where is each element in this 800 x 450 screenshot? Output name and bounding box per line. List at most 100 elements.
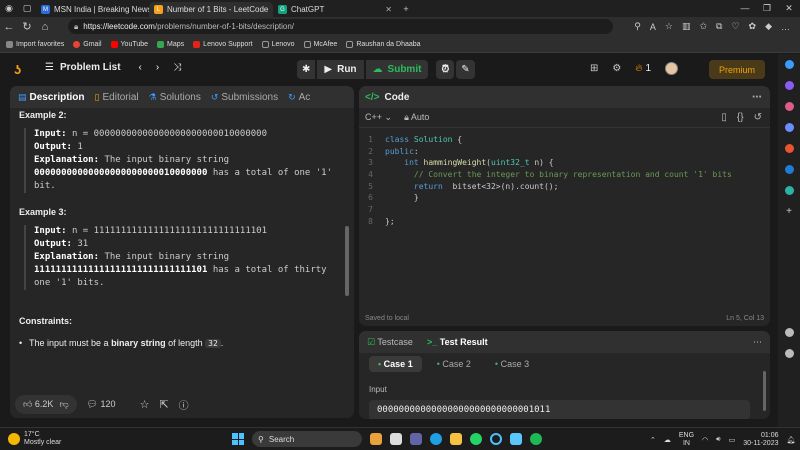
comments-button[interactable]: 💬︎ 120 (87, 399, 116, 410)
search-icon[interactable] (784, 60, 794, 69)
clock[interactable]: 01:06 30-11-2023 (743, 432, 778, 448)
prev-problem-icon[interactable]: ‹ (139, 62, 142, 73)
tools-icon[interactable] (784, 102, 794, 111)
streak-counter[interactable]: 🔥︎ 1 (635, 63, 651, 74)
refresh-icon[interactable]: ↻ (18, 20, 36, 33)
like-button[interactable]: 👍︎ 6.2K (23, 399, 53, 410)
more-menu-icon[interactable]: … (781, 22, 790, 32)
code-area[interactable]: 1 class Solution {2 public: 3 int hammingWe… (359, 134, 770, 228)
code-line[interactable]: 7 (359, 204, 770, 216)
workspaces-icon[interactable]: ▢ (18, 0, 36, 17)
next-problem-icon[interactable]: › (156, 62, 159, 73)
widgets-icon[interactable] (370, 433, 382, 445)
code-line[interactable]: 2 public: (359, 146, 770, 158)
bookmark-lenovo-support[interactable]: Lenovo Support (193, 40, 253, 48)
zoom-icon[interactable]: ⚲ (634, 21, 641, 32)
test-scrollbar[interactable] (763, 371, 766, 411)
code-line[interactable]: 8}; (359, 216, 770, 228)
add-icon[interactable]: + (785, 207, 794, 217)
format-braces-icon[interactable]: {} (737, 112, 744, 123)
browser-essentials-icon[interactable]: ♡ (731, 21, 739, 32)
games-icon[interactable] (784, 123, 794, 132)
premium-button[interactable]: Premium (709, 60, 765, 79)
back-icon[interactable]: ← (0, 21, 18, 33)
panel-menu-icon[interactable]: ⋯ (752, 92, 762, 103)
tab-testcase[interactable]: ☑ Testcase (367, 337, 413, 348)
file-explorer-icon[interactable] (450, 433, 462, 445)
bookmark-icon[interactable]: ▯ (721, 112, 727, 123)
read-aloud-icon[interactable]: A (650, 22, 656, 32)
split-screen-icon[interactable]: ▥ (682, 21, 691, 32)
task-view-icon[interactable] (390, 433, 402, 445)
shopping-icon[interactable] (784, 81, 794, 90)
description-scrollbar[interactable] (345, 226, 349, 296)
store-icon[interactable] (510, 433, 522, 445)
notes-button[interactable]: ✎ (456, 60, 475, 79)
problem-list-link[interactable]: Problem List (60, 62, 121, 73)
panel-menu-icon[interactable]: ⋯ (753, 337, 762, 348)
favorite-star-icon[interactable]: ☆ (665, 21, 673, 32)
autocomplete-toggle[interactable]: 🔒︎ Auto (404, 112, 429, 123)
tab-test-result[interactable]: >_ Test Result (427, 337, 488, 347)
avatar[interactable] (665, 62, 679, 75)
leetcode-logo-icon[interactable]: ʖ (14, 62, 28, 77)
collections-icon[interactable]: ⧉ (716, 21, 722, 32)
dislike-button[interactable]: 👎︎ (59, 399, 68, 410)
chevron-up-icon[interactable]: ⌃ (650, 436, 656, 444)
extensions-icon[interactable]: ✿ (749, 21, 757, 32)
bookmark-raushan[interactable]: Raushan da Dhaaba (346, 40, 421, 48)
tab-submissions[interactable]: ↺ Submissions (211, 92, 278, 103)
profile-icon[interactable]: ◉ (0, 0, 18, 17)
run-button[interactable]: ▶ Run (317, 60, 364, 79)
reset-icon[interactable]: ↺ (754, 112, 762, 123)
language-indicator[interactable]: ENG IN (679, 432, 694, 448)
tab-chatgpt[interactable]: G ChatGPT ✕ (273, 2, 397, 17)
tab-leetcode[interactable]: L Number of 1 Bits - LeetCode ✕ (149, 2, 273, 17)
cortana-icon[interactable] (490, 433, 502, 445)
tab-editorial[interactable]: ▯ Editorial (95, 92, 139, 103)
settings-gear-icon[interactable] (784, 349, 794, 358)
tab-solutions[interactable]: ⚗ Solutions (149, 92, 201, 103)
bookmark-gmail[interactable]: Gmail (73, 40, 102, 48)
settings-gear-icon[interactable]: ⚙ (612, 63, 621, 74)
weather-widget[interactable]: 17°C Mostly clear (8, 431, 61, 447)
favorite-star-icon[interactable]: ☆ (140, 398, 150, 411)
notification-bell-icon[interactable]: 🔔︎ (787, 436, 796, 444)
windows-start-icon[interactable] (232, 433, 244, 445)
taskbar-search[interactable]: ⚲ Search (252, 431, 362, 447)
case-1-tab[interactable]: • Case 1 (369, 356, 422, 372)
bookmark-youtube[interactable]: YouTube (110, 40, 148, 48)
battery-icon[interactable]: ▭ (729, 436, 736, 444)
tab-description[interactable]: ▤ Description (18, 92, 85, 103)
code-line[interactable]: 5 return bitset<32>(n).count(); (359, 181, 770, 193)
new-tab-icon[interactable]: + (397, 0, 415, 17)
bookmark-lenovo[interactable]: Lenovo (261, 40, 295, 48)
spotify-icon[interactable] (530, 433, 542, 445)
tab-msn[interactable]: M MSN India | Breaking News, Ente ✕ (36, 2, 149, 17)
layout-grid-icon[interactable]: ⊞ (590, 63, 598, 74)
camera-icon[interactable] (784, 328, 794, 337)
close-window-icon[interactable]: ✕ (778, 3, 800, 14)
bookmark-import-favorites[interactable]: Import favorites (6, 40, 64, 48)
edge-icon[interactable] (430, 433, 442, 445)
microsoft365-icon[interactable] (784, 144, 794, 153)
code-line[interactable]: 3 int hammingWeight(uint32_t n) { (359, 157, 770, 169)
close-tab-icon[interactable]: ✕ (380, 5, 392, 14)
copilot-icon[interactable]: ◆ (765, 21, 772, 32)
language-select[interactable]: C++ ⌄ (365, 112, 392, 123)
outlook-icon[interactable] (784, 165, 794, 174)
drop-icon[interactable] (784, 186, 794, 195)
wifi-icon[interactable]: ◠ (702, 436, 708, 444)
whatsapp-icon[interactable] (470, 433, 482, 445)
cloud-icon[interactable]: ☁ (664, 436, 671, 444)
home-icon[interactable]: ⌂ (36, 21, 54, 33)
submit-button[interactable]: ☁ Submit (365, 60, 429, 79)
tab-accepted[interactable]: ↻ Ac (288, 92, 310, 103)
debug-button[interactable]: ✱ (297, 60, 316, 79)
bookmark-mcafee[interactable]: McAfee (303, 40, 337, 48)
minimize-icon[interactable]: — (734, 3, 756, 14)
shuffle-icon[interactable]: ⤨ (173, 62, 181, 73)
code-line[interactable]: 4 // Convert the integer to binary repre… (359, 169, 770, 181)
share-icon[interactable]: ⇱ (159, 398, 168, 411)
teams-icon[interactable] (410, 433, 422, 445)
